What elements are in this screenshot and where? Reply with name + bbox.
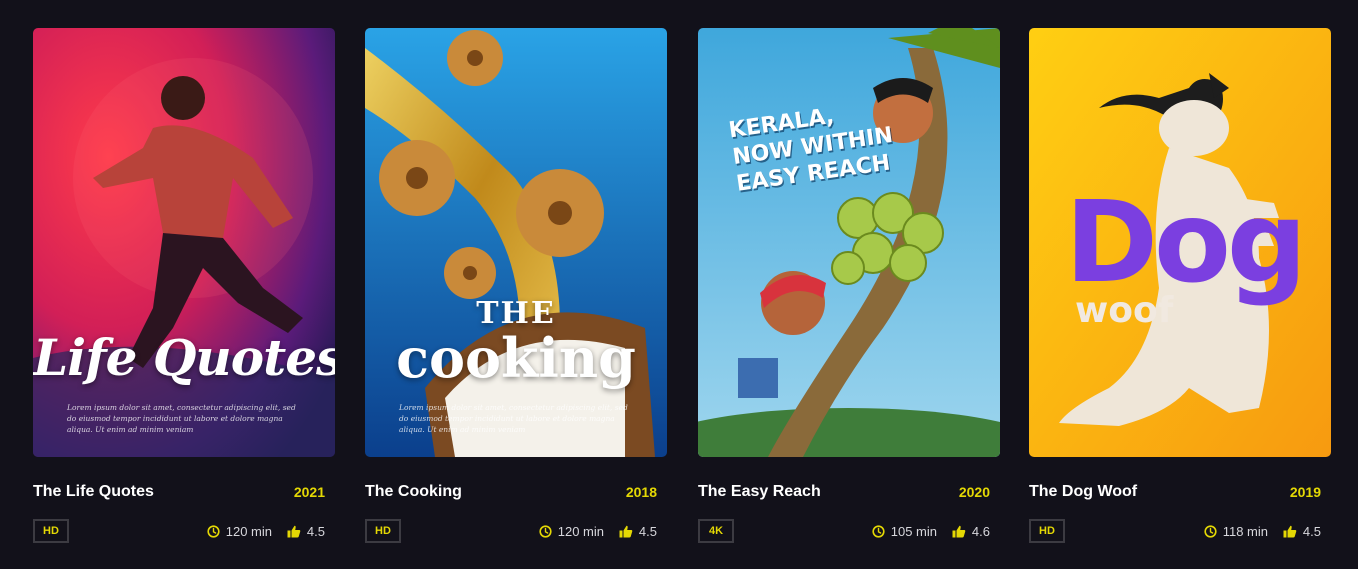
movie-info: The Life Quotes 2021 [33,483,335,505]
rating-value: 4.5 [306,524,325,539]
duration-value: 105 min [890,524,937,539]
rating: 4.5 [1283,524,1321,539]
quality-badge: HD [33,519,69,543]
movie-title[interactable]: The Easy Reach [698,483,821,501]
movie-year: 2021 [293,484,325,500]
clock-icon [207,525,220,538]
movie-card[interactable]: THE cooking Lorem ipsum dolor sit amet, … [365,28,667,543]
movie-card[interactable]: Life Quotes Lorem ipsum dolor sit amet, … [33,28,335,543]
movie-meta: HD 120 min 4.5 [33,518,335,546]
movie-meta: 4K 105 min 4.6 [698,518,1000,546]
poster-title: Life Quotes [33,328,335,387]
movie-card[interactable]: KERALA, NOW WITHIN EASY REACH The Easy R… [698,28,1000,543]
duration: 118 min [1204,524,1268,539]
movie-info: The Cooking 2018 [365,483,667,505]
duration: 120 min [539,524,604,539]
thumbs-up-icon [1283,525,1297,538]
thumbs-up-icon [287,525,301,538]
movie-year: 2020 [958,484,990,500]
movie-meta: HD 120 min 4.5 [365,518,667,546]
movie-title[interactable]: The Life Quotes [33,483,154,501]
clock-icon [1204,525,1217,538]
movie-info: The Dog Woof 2019 [1029,483,1331,505]
movie-poster[interactable]: KERALA, NOW WITHIN EASY REACH [698,28,1000,457]
movie-poster[interactable]: Life Quotes Lorem ipsum dolor sit amet, … [33,28,335,457]
duration: 120 min [207,524,272,539]
rating-value: 4.5 [1302,524,1321,539]
duration-value: 120 min [225,524,272,539]
clock-icon [539,525,552,538]
rating: 4.5 [287,524,325,539]
movie-meta: HD 118 min 4.5 [1029,518,1331,546]
movie-year: 2018 [625,484,657,500]
poster-tagline: Lorem ipsum dolor sit amet, consectetur … [399,403,628,434]
poster-subtitle: woof [1075,290,1174,331]
poster-artwork [698,28,1000,457]
movie-card[interactable]: Dog woof The Dog Woof 2019 HD 118 min 4.… [1029,28,1331,543]
poster-tagline: Lorem ipsum dolor sit amet, consectetur … [67,403,296,434]
duration: 105 min [872,524,937,539]
rating-value: 4.6 [971,524,990,539]
rating: 4.5 [619,524,657,539]
movie-title[interactable]: The Dog Woof [1029,483,1137,501]
quality-badge: HD [365,519,401,543]
quality-badge: 4K [698,519,734,543]
movie-grid: Life Quotes Lorem ipsum dolor sit amet, … [0,0,1358,569]
movie-title[interactable]: The Cooking [365,483,462,501]
clock-icon [872,525,885,538]
thumbs-up-icon [619,525,633,538]
thumbs-up-icon [952,525,966,538]
duration-value: 118 min [1222,524,1268,539]
rating: 4.6 [952,524,990,539]
movie-poster[interactable]: Dog woof [1029,28,1331,457]
movie-poster[interactable]: THE cooking Lorem ipsum dolor sit amet, … [365,28,667,457]
rating-value: 4.5 [638,524,657,539]
movie-year: 2019 [1289,484,1321,500]
poster-artwork [33,28,335,457]
quality-badge: HD [1029,519,1065,543]
poster-artwork [365,28,667,457]
movie-info: The Easy Reach 2020 [698,483,1000,505]
poster-title: cooking [396,326,636,390]
poster-title: Dog [1065,178,1307,308]
duration-value: 120 min [557,524,604,539]
